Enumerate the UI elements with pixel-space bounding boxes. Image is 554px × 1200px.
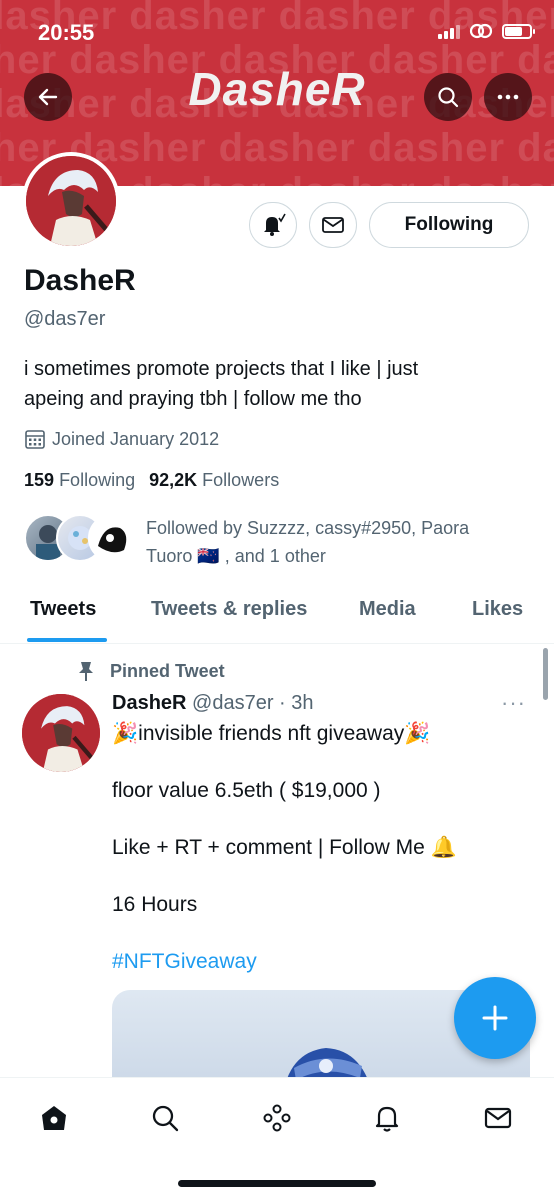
tab-media[interactable]: Media xyxy=(359,598,416,621)
compose-tweet-button[interactable] xyxy=(454,977,536,1059)
more-button[interactable] xyxy=(484,73,532,121)
tab-tweets[interactable]: Tweets xyxy=(30,598,96,621)
nav-notifications[interactable] xyxy=(367,1098,407,1138)
back-arrow-icon xyxy=(38,88,58,106)
status-time: 20:55 xyxy=(38,20,95,45)
more-icon xyxy=(497,94,519,100)
followers-label: Followers xyxy=(202,470,280,490)
signal-icon xyxy=(438,23,460,39)
status-icons xyxy=(438,22,535,40)
home-indicator xyxy=(178,1180,376,1187)
plus-icon xyxy=(482,1005,508,1031)
back-button[interactable] xyxy=(24,73,72,121)
following-count-link[interactable]: 159 Following xyxy=(24,470,135,491)
tweet-avatar[interactable] xyxy=(22,694,100,772)
nav-explore[interactable] xyxy=(145,1098,185,1138)
following-label: Following xyxy=(59,470,136,490)
tweet-author-name[interactable]: DasheR xyxy=(112,692,186,714)
nav-messages[interactable] xyxy=(478,1098,518,1138)
joined-text: Joined January 2012 xyxy=(52,428,220,449)
profile-name: DasheR xyxy=(24,264,136,297)
scrollbar[interactable] xyxy=(543,648,548,700)
tweet-more-button[interactable]: ··· xyxy=(501,690,526,716)
tweet-text-line-1: 🎉invisible friends nft giveaway🎉 xyxy=(112,722,431,745)
active-tab-indicator xyxy=(27,638,107,642)
followed-by-line-1: Followed by Suzzzz, cassy#2950, Paora xyxy=(146,518,470,538)
followers-count: 92,2K xyxy=(149,470,198,490)
tweet-header: DasheR @das7er · 3h xyxy=(112,692,314,715)
notifications-toggle-button[interactable] xyxy=(249,202,297,248)
mail-icon xyxy=(322,217,344,233)
tweet-handle-time: @das7er · 3h xyxy=(192,692,314,714)
search-icon xyxy=(438,87,459,108)
bio-line-1: i sometimes promote projects that I like… xyxy=(24,358,419,380)
bio-line-2: apeing and praying tbh | follow me tho xyxy=(24,388,362,410)
spaces-icon xyxy=(263,1104,291,1132)
following-count: 159 xyxy=(24,470,55,490)
tweet-text-line-4: 16 Hours xyxy=(112,893,198,916)
bell-icon xyxy=(264,213,286,236)
calendar-icon xyxy=(25,430,45,449)
search-button[interactable] xyxy=(424,73,472,121)
home-icon xyxy=(42,1106,66,1130)
followers-count-link[interactable]: 92,2K Followers xyxy=(149,470,279,491)
battery-icon xyxy=(502,23,535,39)
pinned-tweet-label: Pinned Tweet xyxy=(76,660,225,682)
followed-by-line-2: Tuoro 🇳🇿 , and 1 other xyxy=(146,546,326,566)
nav-spaces[interactable] xyxy=(257,1098,297,1138)
avatar xyxy=(88,514,136,562)
profile-avatar[interactable] xyxy=(22,152,120,250)
tweet-text-line-3: Like + RT + comment | Follow Me 🔔 xyxy=(112,836,457,859)
follow-counts: 159 Following 92,2K Followers xyxy=(24,470,279,491)
tab-tweets-and-replies[interactable]: Tweets & replies xyxy=(151,598,307,621)
tweet-hashtag-link[interactable]: #NFTGiveaway xyxy=(112,950,257,974)
messages-icon xyxy=(484,1107,512,1129)
notifications-icon xyxy=(375,1106,399,1132)
pin-icon xyxy=(79,662,93,681)
tweet-text-line-2: floor value 6.5eth ( $19,000 ) xyxy=(112,779,381,802)
followed-by-avatars[interactable] xyxy=(24,514,136,562)
following-button[interactable]: Following xyxy=(369,202,529,248)
joined-date: Joined January 2012 xyxy=(24,428,219,450)
profile-bio: i sometimes promote projects that I like… xyxy=(24,354,524,414)
nav-home[interactable] xyxy=(34,1098,74,1138)
followed-by-text[interactable]: Followed by Suzzzz, cassy#2950, Paora Tu… xyxy=(146,514,526,570)
profile-tabs: Tweets Tweets & replies Media Likes xyxy=(0,586,554,644)
tab-likes[interactable]: Likes xyxy=(472,598,523,621)
message-button[interactable] xyxy=(309,202,357,248)
pinned-text: Pinned Tweet xyxy=(110,660,225,681)
avatar-image xyxy=(26,156,116,246)
profile-handle: @das7er xyxy=(24,308,106,330)
explore-icon xyxy=(152,1105,179,1132)
link-icon xyxy=(469,23,493,39)
